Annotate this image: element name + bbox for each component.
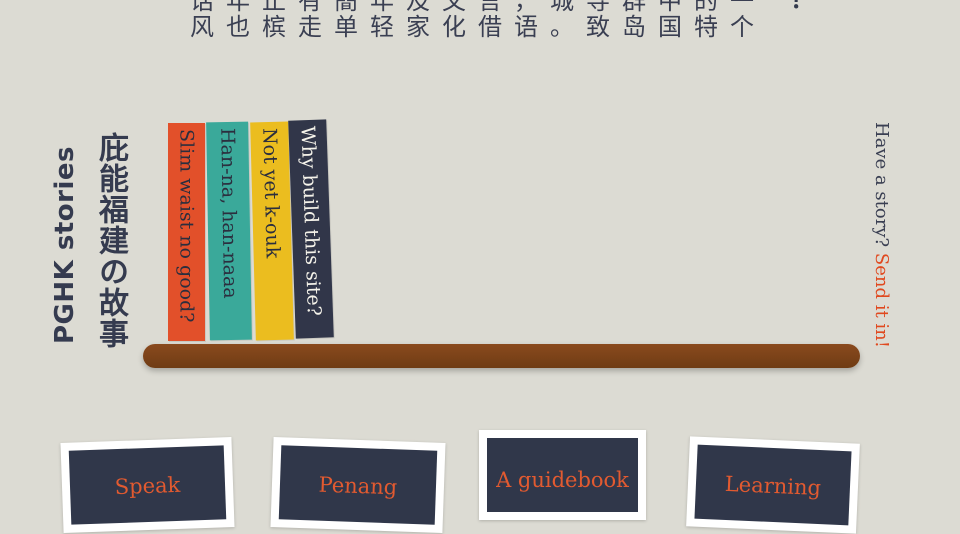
card-label: Speak (114, 472, 181, 500)
book-han-na[interactable]: Han-na, han-naaa (206, 121, 252, 341)
card-panel: A guidebook (487, 438, 638, 512)
book-title: Han-na, han-naaa (216, 127, 242, 299)
shelf-title-chinese: 庇能福建の故事 (93, 132, 128, 349)
book-title: Why build this site? (296, 125, 326, 317)
card-learning[interactable]: Learning (686, 436, 860, 534)
book-title: Not yet k-ouk (258, 127, 284, 259)
card-panel: Penang (278, 445, 438, 525)
card-label: Penang (318, 472, 398, 500)
card-panel: Learning (694, 444, 852, 526)
card-label: A guidebook (496, 468, 629, 492)
book-slim-waist[interactable]: Slim waist no good? (168, 123, 205, 341)
book-why-build-site[interactable]: Why build this site? (288, 119, 334, 339)
bookshelf (143, 344, 860, 368)
book-title: Slim waist no good? (175, 129, 198, 323)
intro-line-1: 话年止有簡年及文言，城导群中的一 (190, 0, 766, 15)
card-speak[interactable]: Speak (60, 437, 235, 533)
card-penang[interactable]: Penang (270, 437, 446, 533)
story-cta: Have a story? Send it in! (862, 122, 892, 372)
book-not-yet-k-ouk[interactable]: Not yet k-ouk (250, 121, 294, 341)
intro-text: 话年止有簡年及文言，城导群中的一 风也槟走单轻家化借语。致岛国特个 (190, 0, 770, 40)
intro-line-2: 风也槟走单轻家化借语。致岛国特个 (190, 13, 766, 41)
question-mark: ？ (790, 0, 817, 15)
cta-text: Have a story? (871, 122, 892, 248)
send-story-link[interactable]: Send it in! (871, 253, 892, 348)
card-guidebook[interactable]: A guidebook (479, 430, 646, 520)
card-panel: Speak (68, 445, 227, 525)
